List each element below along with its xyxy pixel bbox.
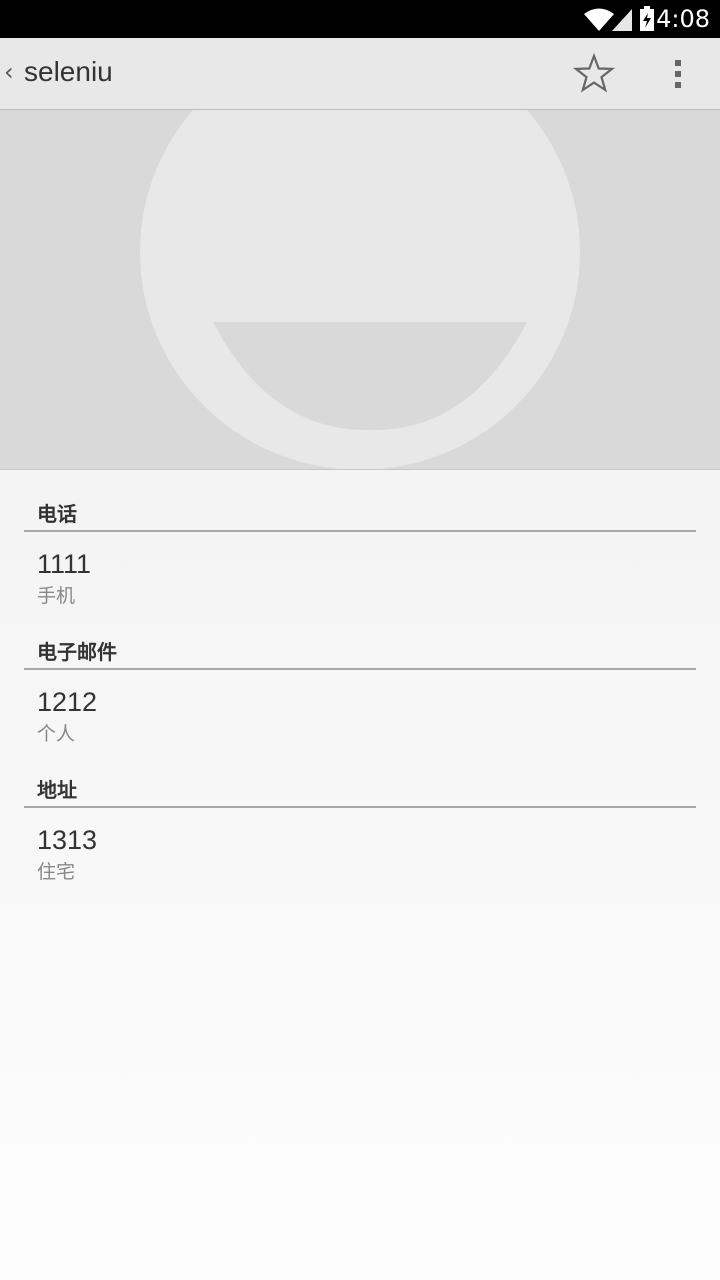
phone-entry[interactable]: 1111 手机: [37, 548, 677, 608]
status-time: 4:08: [656, 5, 710, 33]
address-value: 1313: [37, 825, 98, 855]
back-caret-icon[interactable]: ‹: [4, 58, 14, 86]
star-outline-icon[interactable]: [572, 52, 616, 96]
address-entry[interactable]: 1313 住宅: [37, 824, 677, 884]
section-header-label: 电子邮件: [37, 640, 117, 664]
section-header-email: 电子邮件: [24, 630, 696, 670]
status-bar: 4:08: [0, 0, 720, 38]
overflow-menu-icon[interactable]: [664, 52, 692, 96]
status-icons: [584, 6, 654, 31]
default-contact-avatar-icon: [140, 110, 580, 469]
battery-charging-icon: [640, 6, 654, 31]
phone-number: 1111: [37, 549, 92, 579]
email-type: 个人: [37, 723, 76, 745]
wifi-icon: [584, 8, 614, 31]
section-header-label: 地址: [37, 778, 77, 802]
section-header-address: 地址: [24, 768, 696, 808]
section-header-label: 电话: [37, 502, 77, 526]
phone-type: 手机: [37, 585, 76, 607]
email-entry[interactable]: 1212 个人: [37, 686, 677, 746]
section-header-phone: 电话: [24, 492, 696, 532]
contact-name-title[interactable]: seleniu: [24, 56, 113, 88]
address-type: 住宅: [37, 861, 76, 883]
contact-photo[interactable]: [0, 110, 720, 470]
action-bar: ‹ seleniu: [0, 38, 720, 110]
signal-icon: [612, 9, 632, 31]
email-address: 1212: [37, 687, 98, 717]
